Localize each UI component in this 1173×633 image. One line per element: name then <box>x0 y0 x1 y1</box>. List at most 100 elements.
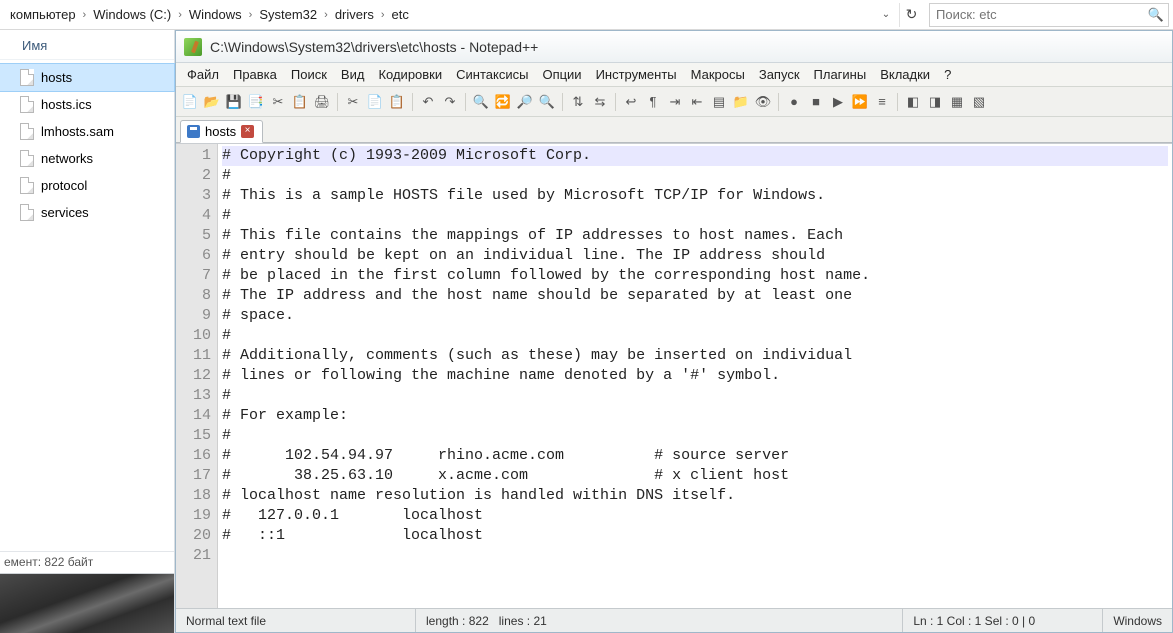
wrap-icon[interactable]: ↩ <box>621 92 641 112</box>
document-tab[interactable]: hosts × <box>180 120 263 143</box>
file-name: hosts.ics <box>41 97 92 112</box>
code-line[interactable]: # 127.0.0.1 localhost <box>222 506 1168 526</box>
cut-icon[interactable]: ✂ <box>343 92 363 112</box>
play-icon[interactable]: ▶ <box>828 92 848 112</box>
file-icon <box>20 150 34 167</box>
menu-item[interactable]: Плагины <box>807 64 874 85</box>
stop-icon[interactable]: ■ <box>806 92 826 112</box>
close-tab-icon[interactable]: × <box>241 125 254 138</box>
editor-area[interactable]: 123456789101112131415161718192021 # Copy… <box>176 143 1172 608</box>
search-input[interactable] <box>930 5 1144 24</box>
code-line[interactable]: # <box>222 206 1168 226</box>
code-line[interactable]: # entry should be kept on an individual … <box>222 246 1168 266</box>
breadcrumb-segment[interactable]: etc <box>390 5 411 24</box>
breadcrumb-segment[interactable]: Windows <box>187 5 244 24</box>
address-dropdown-icon[interactable]: ⌄ <box>877 9 895 20</box>
fast-icon[interactable]: ⏩ <box>850 92 870 112</box>
chevron-right-icon: › <box>379 9 387 21</box>
breadcrumb-segment[interactable]: Windows (C:) <box>91 5 173 24</box>
code-line[interactable]: # <box>222 426 1168 446</box>
outdent-icon[interactable]: ⇤ <box>687 92 707 112</box>
menu-item[interactable]: Кодировки <box>371 64 449 85</box>
file-item[interactable]: hosts.ics <box>0 91 174 118</box>
menu-item[interactable]: Файл <box>180 64 226 85</box>
code-line[interactable]: # Additionally, comments (such as these)… <box>222 346 1168 366</box>
code-line[interactable]: # space. <box>222 306 1168 326</box>
code-line[interactable]: # lines or following the machine name de… <box>222 366 1168 386</box>
file-item[interactable]: networks <box>0 145 174 172</box>
indent-icon[interactable]: ⇥ <box>665 92 685 112</box>
paste-doc-icon[interactable]: 📋 <box>290 92 310 112</box>
paste-icon[interactable]: 📋 <box>387 92 407 112</box>
search-box[interactable]: 🔍 <box>929 3 1169 27</box>
undo-icon[interactable]: ↶ <box>418 92 438 112</box>
save-icon[interactable]: 💾 <box>224 92 244 112</box>
code-line[interactable]: # 102.54.94.97 rhino.acme.com # source s… <box>222 446 1168 466</box>
doc-map-icon[interactable]: ▤ <box>709 92 729 112</box>
menu-item[interactable]: Опции <box>535 64 588 85</box>
chevron-right-icon: › <box>247 9 255 21</box>
code-line[interactable]: # For example: <box>222 406 1168 426</box>
explorer-address-row: компьютер›Windows (C:)›Windows›System32›… <box>0 0 1173 30</box>
print-icon[interactable]: 🖨 <box>312 92 332 112</box>
menu-item[interactable]: Вкладки <box>873 64 937 85</box>
code-content[interactable]: # Copyright (c) 1993-2009 Microsoft Corp… <box>218 144 1172 608</box>
breadcrumb[interactable]: компьютер›Windows (C:)›Windows›System32›… <box>4 5 877 24</box>
file-item[interactable]: protocol <box>0 172 174 199</box>
folder-icon[interactable]: 📁 <box>731 92 751 112</box>
ext4-icon[interactable]: ▧ <box>969 92 989 112</box>
menu-item[interactable]: Синтаксисы <box>449 64 535 85</box>
code-line[interactable]: # This is a sample HOSTS file used by Mi… <box>222 186 1168 206</box>
column-header-name[interactable]: Имя <box>0 30 174 60</box>
file-name: networks <box>41 151 93 166</box>
file-item[interactable]: hosts <box>0 64 174 91</box>
code-line[interactable]: # ::1 localhost <box>222 526 1168 546</box>
refresh-icon[interactable]: ↻ <box>899 3 923 27</box>
copy-icon[interactable]: 📑 <box>246 92 266 112</box>
redo-icon[interactable]: ↷ <box>440 92 460 112</box>
menu-item[interactable]: Вид <box>334 64 372 85</box>
toolbar-separator <box>412 93 413 111</box>
menu-item[interactable]: Инструменты <box>589 64 684 85</box>
menu-item[interactable]: Поиск <box>284 64 334 85</box>
zoom-in-icon[interactable]: 🔎 <box>515 92 535 112</box>
menu-item[interactable]: Макросы <box>684 64 752 85</box>
ext2-icon[interactable]: ◨ <box>925 92 945 112</box>
file-item[interactable]: services <box>0 199 174 226</box>
replace-icon[interactable]: 🔁 <box>493 92 513 112</box>
code-line[interactable]: # This file contains the mappings of IP … <box>222 226 1168 246</box>
find-icon[interactable]: 🔍 <box>471 92 491 112</box>
menu-item[interactable]: Запуск <box>752 64 807 85</box>
code-line[interactable] <box>222 546 1168 566</box>
code-line[interactable]: # be placed in the first column followed… <box>222 266 1168 286</box>
code-line[interactable]: # <box>222 326 1168 346</box>
open-file-icon[interactable]: 📂 <box>202 92 222 112</box>
search-icon[interactable]: 🔍 <box>1144 7 1168 23</box>
code-line[interactable]: # 38.25.63.10 x.acme.com # x client host <box>222 466 1168 486</box>
code-line[interactable]: # <box>222 166 1168 186</box>
code-line[interactable]: # localhost name resolution is handled w… <box>222 486 1168 506</box>
code-line[interactable]: # Copyright (c) 1993-2009 Microsoft Corp… <box>222 146 1168 166</box>
cut-doc-icon[interactable]: ✂ <box>268 92 288 112</box>
ext3-icon[interactable]: ▦ <box>947 92 967 112</box>
menu-item[interactable]: ? <box>937 64 958 85</box>
new-file-icon[interactable]: 📄 <box>180 92 200 112</box>
file-item[interactable]: lmhosts.sam <box>0 118 174 145</box>
sync-v-icon[interactable]: ⇅ <box>568 92 588 112</box>
show-all-icon[interactable]: ¶ <box>643 92 663 112</box>
breadcrumb-segment[interactable]: компьютер <box>8 5 78 24</box>
toolbar-separator <box>562 93 563 111</box>
copy2-icon[interactable]: 📄 <box>365 92 385 112</box>
play-list-icon[interactable]: ≡ <box>872 92 892 112</box>
rec-icon[interactable]: ● <box>784 92 804 112</box>
breadcrumb-segment[interactable]: System32 <box>257 5 319 24</box>
menu-item[interactable]: Правка <box>226 64 284 85</box>
sync-h-icon[interactable]: ⇆ <box>590 92 610 112</box>
breadcrumb-segment[interactable]: drivers <box>333 5 376 24</box>
ext1-icon[interactable]: ◧ <box>903 92 923 112</box>
code-line[interactable]: # <box>222 386 1168 406</box>
code-line[interactable]: # The IP address and the host name shoul… <box>222 286 1168 306</box>
eye-icon[interactable]: 👁 <box>753 92 773 112</box>
statusbar: Normal text file length : 822 lines : 21… <box>176 608 1172 632</box>
zoom-out-icon[interactable]: 🔍 <box>537 92 557 112</box>
